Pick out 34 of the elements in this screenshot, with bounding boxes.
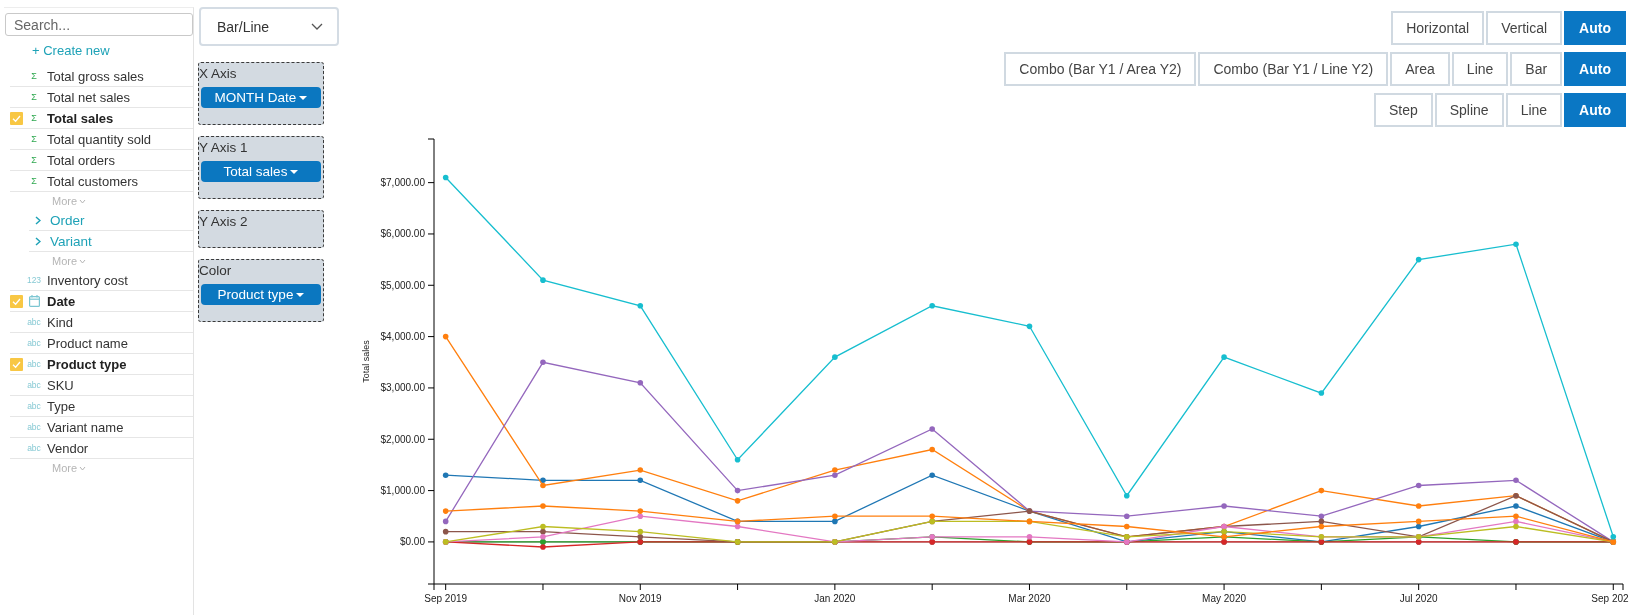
text-type-icon: abc [27,359,41,369]
sigma-icon: Σ [31,92,37,102]
sigma-icon: Σ [31,113,37,123]
axis-tick-label: $1,000.00 [380,485,425,497]
sigma-icon: Σ [31,71,37,81]
drop-zone-title: Y Axis 1 [199,139,249,157]
axis-tick-label: $2,000.00 [380,433,425,445]
axis-tick-label: Sep 2019 [424,593,468,604]
drop-zone-title: Y Axis 2 [199,213,249,231]
sigma-icon: Σ [31,134,37,144]
axis-tick-label: $4,000.00 [380,331,425,343]
axis-tick-label: Mar 2020 [1008,593,1051,604]
text-type-icon: abc [27,401,41,411]
axis-tick-label: Jul 2020 [1399,593,1438,604]
text-type-icon: abc [27,317,41,327]
axis-tick-label: $3,000.00 [380,382,425,394]
axis-tick-label: $7,000.00 [380,177,425,189]
sigma-icon: Σ [31,176,37,186]
text-type-icon: abc [27,443,41,453]
axis-tick-label: May 2020 [1202,593,1247,604]
drop-zone-title: Color [199,262,233,280]
axis-tick-label: Sep 202 [1591,593,1629,604]
axis-title: Total sales [361,340,371,383]
sigma-icon: Σ [31,155,37,165]
axis-tick-label: $6,000.00 [380,228,425,240]
text-type-icon: abc [27,422,41,432]
axis-tick-label: $5,000.00 [380,279,425,291]
axis-tick-label: Nov 2019 [618,593,662,604]
number-type-icon: 123 [26,275,42,285]
axis-tick-label: Jan 2020 [814,593,856,604]
drop-zone-title: X Axis [199,65,238,83]
axis-tick-label: $0.00 [399,536,425,548]
text-type-icon: abc [27,338,41,348]
text-type-icon: abc [27,380,41,390]
